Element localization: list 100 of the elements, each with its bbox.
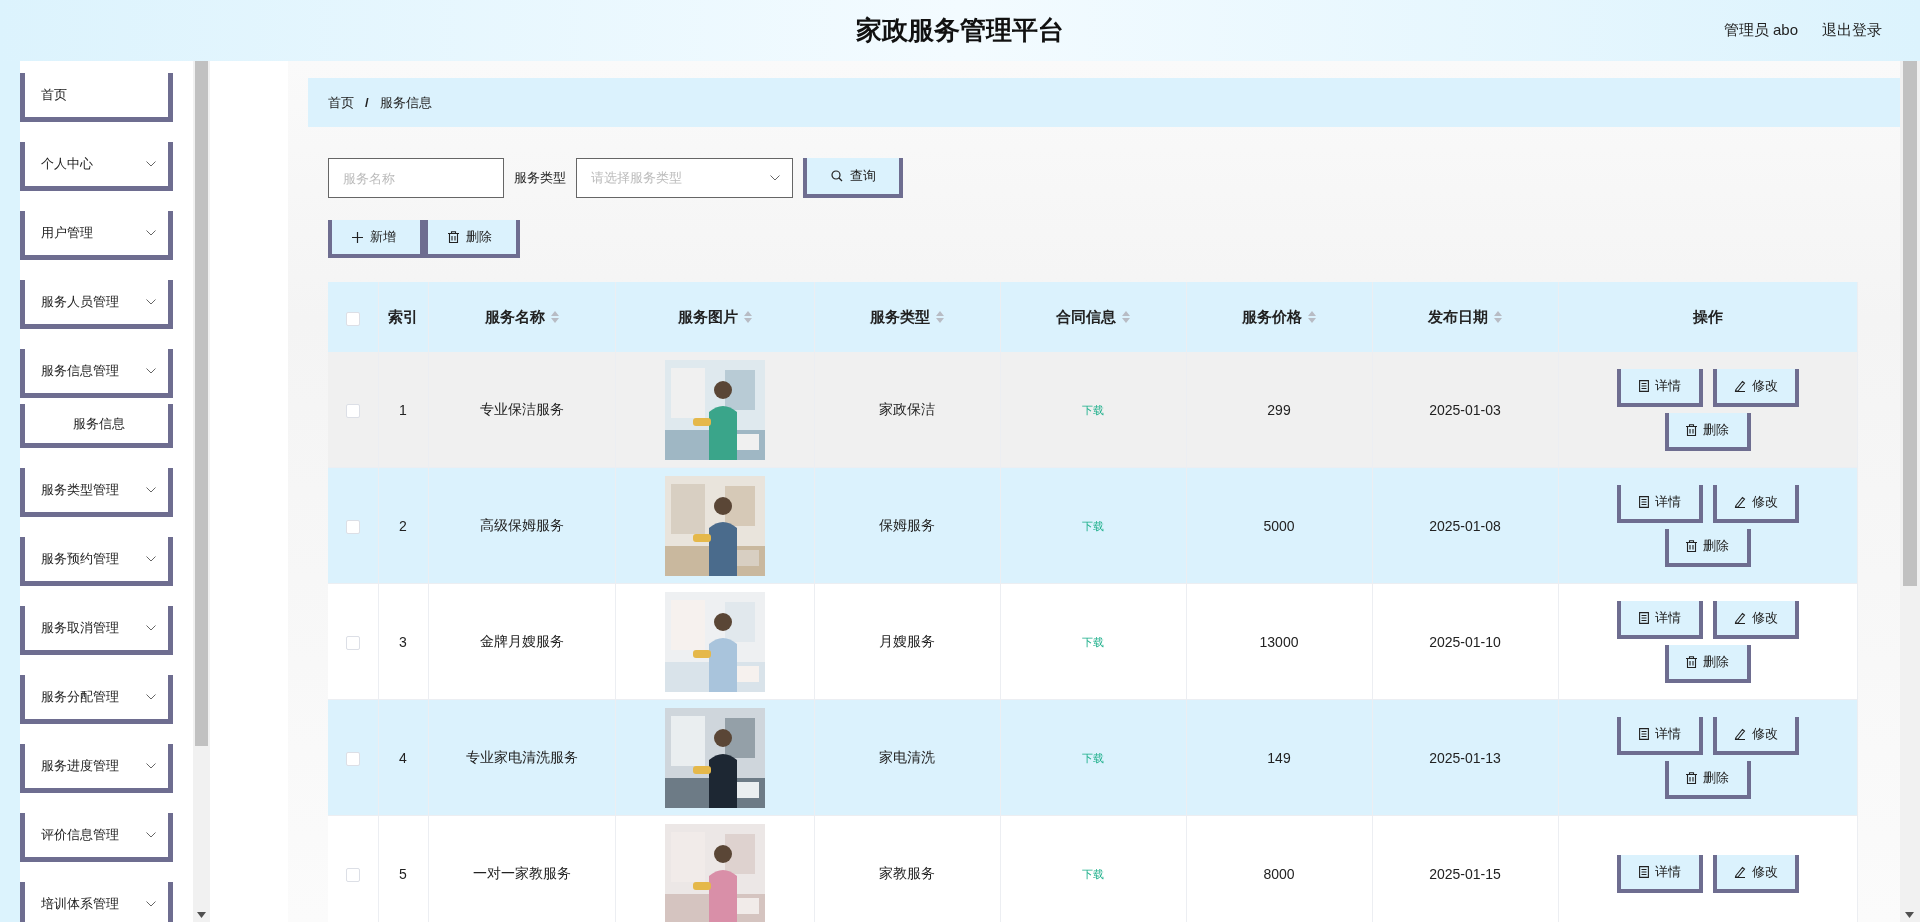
scroll-down-icon[interactable]: [1905, 912, 1914, 918]
pen-icon: [1733, 379, 1746, 392]
detail-button[interactable]: 详情: [1616, 854, 1703, 893]
add-button[interactable]: 新增: [328, 220, 424, 258]
table-cell: 保姆服务: [814, 467, 1000, 584]
table-cell: 家教服务: [814, 815, 1000, 922]
detail-button[interactable]: 详情: [1616, 600, 1703, 639]
chevron-down-icon: [146, 556, 156, 562]
search-button[interactable]: 查询: [803, 158, 903, 198]
app-title: 家政服务管理平台: [856, 14, 1064, 47]
column-header[interactable]: 服务价格: [1186, 282, 1372, 352]
column-header[interactable]: 发布日期: [1372, 282, 1558, 352]
menu-item[interactable]: 服务预约管理: [20, 537, 173, 586]
checkbox[interactable]: [345, 519, 360, 534]
chevron-down-icon: [146, 901, 156, 907]
table-cell: 月嫂服务: [814, 583, 1000, 700]
edit-button[interactable]: 修改: [1712, 484, 1799, 523]
table-cell: 2025-01-13: [1372, 699, 1558, 816]
checkbox[interactable]: [345, 403, 360, 418]
menu-item[interactable]: 服务信息管理: [20, 349, 173, 398]
service-name-field[interactable]: 服务名称: [328, 158, 504, 198]
breadcrumb-separator: /: [365, 95, 369, 110]
table-cell: 高级保姆服务: [428, 467, 615, 584]
breadcrumb-item[interactable]: 首页: [328, 93, 354, 112]
table-row[interactable]: 3 金牌月嫂服务 月嫂服务 下载 13000 2025-01-10 详情 修改 删除: [328, 583, 1858, 700]
checkbox[interactable]: [345, 751, 360, 766]
table-cell: 专业保洁服务: [428, 352, 615, 468]
delete-button[interactable]: 删除: [1664, 644, 1751, 683]
checkbox[interactable]: [345, 311, 360, 326]
chevron-down-icon: [146, 230, 156, 236]
plus-icon: [352, 231, 363, 243]
table-row[interactable]: 5 一对一家教服务 家教服务 下载 8000 2025-01-15 详情 修改: [328, 815, 1858, 922]
edit-button[interactable]: 修改: [1712, 368, 1799, 407]
trash-icon: [1686, 771, 1698, 784]
chevron-down-icon: [770, 175, 780, 181]
document-icon: [1638, 865, 1649, 878]
chevron-down-icon: [146, 832, 156, 838]
delete-button[interactable]: 删除: [1664, 760, 1751, 799]
checkbox[interactable]: [345, 635, 360, 650]
menu-item[interactable]: 首页: [20, 73, 173, 122]
table-cell: 2: [378, 467, 428, 584]
table-cell: 3: [378, 583, 428, 700]
menu-item[interactable]: 培训体系管理: [20, 882, 173, 922]
column-header: 索引: [378, 282, 428, 352]
table-cell: 8000: [1186, 815, 1372, 922]
sort-icon[interactable]: [1122, 311, 1130, 323]
delete-button[interactable]: 删除: [1664, 528, 1751, 567]
pen-icon: [1733, 727, 1746, 740]
sort-icon[interactable]: [936, 311, 944, 323]
table-row[interactable]: 4 专业家电清洗服务 家电清洗 下载 149 2025-01-13 详情 修改 删除: [328, 699, 1858, 816]
column-header[interactable]: 服务图片: [615, 282, 814, 352]
sort-icon[interactable]: [743, 311, 752, 323]
pen-icon: [1733, 865, 1746, 878]
menu-item[interactable]: 服务人员管理: [20, 280, 173, 329]
menu-item[interactable]: 服务类型管理: [20, 468, 173, 517]
detail-button[interactable]: 详情: [1616, 484, 1703, 523]
trash-icon: [1686, 655, 1698, 668]
chevron-down-icon: [146, 625, 156, 631]
edit-button[interactable]: 修改: [1712, 716, 1799, 755]
table-cell: 1: [378, 352, 428, 468]
delete-button[interactable]: 删除: [1664, 412, 1751, 451]
chevron-down-icon: [146, 694, 156, 700]
logout-link[interactable]: 退出登录: [1822, 21, 1882, 40]
table-row[interactable]: 2 高级保姆服务 保姆服务 下载 5000 2025-01-08 详情 修改 删除: [328, 467, 1858, 584]
user-name: 管理员 abo: [1723, 21, 1798, 40]
detail-button[interactable]: 详情: [1616, 368, 1703, 407]
document-icon: [1638, 727, 1649, 740]
menu-item[interactable]: 个人中心: [20, 142, 173, 191]
menu-item[interactable]: 服务分配管理: [20, 675, 173, 724]
delete-button[interactable]: 删除: [424, 220, 520, 258]
table-cell: 299: [1186, 352, 1372, 468]
sort-icon[interactable]: [550, 311, 559, 323]
sort-icon[interactable]: [1308, 311, 1316, 323]
table-cell: 5000: [1186, 467, 1372, 584]
menu-item[interactable]: 服务进度管理: [20, 744, 173, 793]
submenu-item[interactable]: 服务信息: [20, 404, 173, 448]
field-label: 服务类型: [514, 169, 566, 187]
column-header[interactable]: 合同信息: [1000, 282, 1186, 352]
edit-button[interactable]: 修改: [1712, 600, 1799, 639]
menu-item[interactable]: 服务取消管理: [20, 606, 173, 655]
document-icon: [1638, 379, 1649, 392]
menu-item[interactable]: 用户管理: [20, 211, 173, 260]
menu-item[interactable]: 评价信息管理: [20, 813, 173, 862]
scrollbar[interactable]: [193, 61, 210, 922]
table-cell: 13000: [1186, 583, 1372, 700]
trash-icon: [448, 231, 459, 243]
table-cell: 2025-01-15: [1372, 815, 1558, 922]
scrollbar[interactable]: [1900, 61, 1920, 922]
edit-button[interactable]: 修改: [1712, 854, 1799, 893]
table-cell: 一对一家教服务: [428, 815, 615, 922]
pen-icon: [1733, 611, 1746, 624]
checkbox[interactable]: [345, 867, 360, 882]
table-cell: 2025-01-03: [1372, 352, 1558, 468]
column-header[interactable]: 服务名称: [428, 282, 615, 352]
scroll-down-icon[interactable]: [197, 912, 206, 918]
table-cell: 专业家电清洗服务: [428, 699, 615, 816]
column-header[interactable]: 服务类型: [814, 282, 1000, 352]
sort-icon[interactable]: [1494, 311, 1502, 323]
detail-button[interactable]: 详情: [1616, 716, 1703, 755]
table-row[interactable]: 1 专业保洁服务 家政保洁 下载 299 2025-01-03 详情 修改 删除: [328, 352, 1858, 468]
